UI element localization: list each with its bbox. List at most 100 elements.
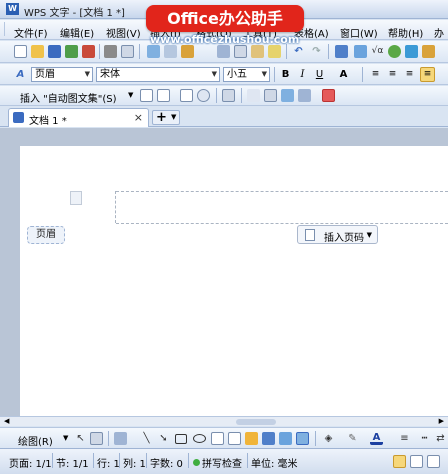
format-painter-icon[interactable] [181, 45, 194, 58]
plus-icon: + [156, 110, 167, 125]
insert-date-icon[interactable] [180, 89, 193, 102]
menu-window[interactable]: 窗口(W) [340, 25, 378, 40]
line-color-icon[interactable]: ✎ [346, 432, 359, 445]
print-preview-icon[interactable] [121, 45, 134, 58]
status-unit[interactable]: 单位: 毫米 [251, 455, 298, 470]
vertical-textbox-icon[interactable] [228, 432, 241, 445]
show-next-icon[interactable] [298, 89, 311, 102]
dash-style-icon[interactable]: ┅ [418, 432, 431, 445]
insert-table-icon[interactable] [335, 45, 348, 58]
styles-pane-icon[interactable]: A [14, 68, 27, 81]
select-pointer-icon[interactable]: ↖ [74, 432, 87, 445]
bold-button[interactable]: B [279, 68, 292, 81]
font-size-value: 小五 [227, 69, 247, 80]
line-icon[interactable]: ╲ [140, 432, 153, 445]
status-separator [119, 453, 120, 468]
toolbar-separator [362, 67, 363, 82]
close-tab-icon[interactable]: × [134, 111, 143, 124]
arrow-icon[interactable]: ➘ [157, 432, 170, 445]
export-icon[interactable] [65, 45, 78, 58]
menu-view[interactable]: 视图(V) [106, 25, 141, 40]
insert-page-number-label: 插入页码 [324, 233, 364, 244]
formula-icon[interactable]: √α [371, 45, 384, 58]
redo-icon[interactable]: ↷ [310, 45, 323, 58]
help-icon[interactable] [422, 45, 435, 58]
italic-button[interactable]: I [296, 68, 309, 81]
switch-header-footer-icon[interactable] [281, 89, 294, 102]
insert-chart-icon[interactable] [354, 45, 367, 58]
underline-button[interactable]: U [313, 68, 326, 81]
globe-icon[interactable] [388, 45, 401, 58]
style-select[interactable]: 页眉 ▼ [31, 67, 93, 82]
status-row: 行: 1 [97, 459, 120, 470]
scroll-left-icon[interactable]: ◀ [4, 417, 9, 425]
chevron-down-icon: ▼ [171, 113, 177, 121]
font-color-icon[interactable]: A [370, 431, 383, 445]
justify-icon[interactable]: ≡ [420, 67, 435, 82]
menu-help[interactable]: 帮助(H) [388, 25, 423, 40]
web-view-icon[interactable] [427, 455, 440, 468]
same-as-previous-icon[interactable] [264, 89, 277, 102]
chevron-down-icon: ▼ [211, 70, 217, 78]
rotate-icon[interactable] [90, 432, 103, 445]
insert-page-count-icon[interactable] [157, 89, 170, 102]
paste-icon[interactable] [251, 45, 264, 58]
watermark-logo: Office办公助手 [146, 5, 304, 32]
menu-edit[interactable]: 编辑(E) [60, 25, 94, 40]
arrow-style-icon[interactable]: ⇄ [434, 432, 447, 445]
wordart-icon[interactable] [245, 432, 258, 445]
clipart-icon[interactable] [279, 432, 292, 445]
page-view-icon[interactable] [393, 455, 406, 468]
draw-menu-button[interactable]: 绘图(R) [18, 433, 53, 448]
brush-icon[interactable] [268, 45, 281, 58]
open-folder-icon[interactable] [31, 45, 44, 58]
cut-icon[interactable] [217, 45, 230, 58]
scroll-right-icon[interactable]: ▶ [439, 417, 444, 425]
more-tools-icon[interactable] [405, 45, 418, 58]
rectangle-icon[interactable] [175, 434, 187, 444]
full-screen-view-icon[interactable] [410, 455, 423, 468]
menu-file[interactable]: 文件(F) [14, 25, 48, 40]
menu-more[interactable]: 办 [434, 25, 444, 40]
align-center-icon[interactable]: ≡ [386, 68, 399, 81]
autoshapes-icon[interactable] [114, 432, 127, 445]
new-tab-button[interactable]: + ▼ [152, 110, 180, 125]
print-icon[interactable] [104, 45, 117, 58]
insert-autotext-button[interactable]: 插入 "自动图文集"(S) [20, 90, 117, 105]
fill-color-icon[interactable]: ◈ [322, 432, 335, 445]
document-page[interactable]: 页眉 插入页码 ▼ [20, 146, 448, 416]
page-setup-icon[interactable] [222, 89, 235, 102]
chevron-down-icon: ▼ [261, 70, 267, 78]
align-left-icon[interactable]: ≡ [369, 68, 382, 81]
diagram-icon[interactable] [262, 432, 275, 445]
status-spellcheck[interactable]: 拼写检查 [202, 455, 242, 470]
insert-picture-icon[interactable] [296, 432, 309, 445]
find-icon[interactable] [164, 45, 177, 58]
status-col: 列: 1 [123, 459, 146, 470]
save-icon[interactable] [48, 45, 61, 58]
spellcheck-icon[interactable] [147, 45, 160, 58]
font-select[interactable]: 宋体 ▼ [96, 67, 220, 82]
textbox-icon[interactable] [211, 432, 224, 445]
toolbar-separator [286, 44, 287, 59]
drawing-toolbar: 绘图(R) ▼ ↖ ╲ ➘ ◈ ✎ A ≡ ┅ ⇄ [0, 427, 448, 448]
font-size-select[interactable]: 小五 ▼ [223, 67, 270, 82]
scroll-thumb[interactable] [236, 419, 276, 425]
show-document-text-icon[interactable] [247, 89, 260, 102]
toolbar-separator [274, 67, 275, 82]
status-section: 节: 1/1 [56, 459, 89, 470]
insert-page-number-button[interactable]: 插入页码 ▼ [297, 225, 378, 244]
insert-page-number-icon[interactable] [140, 89, 153, 102]
align-right-icon[interactable]: ≡ [403, 68, 416, 81]
new-document-icon[interactable] [14, 45, 27, 58]
copy-icon[interactable] [234, 45, 247, 58]
line-style-icon[interactable]: ≡ [398, 432, 411, 445]
font-effect-button[interactable]: A [337, 68, 350, 81]
close-header-footer-icon[interactable] [322, 89, 335, 102]
tab-document-1[interactable]: 文档 1 * × [8, 108, 149, 127]
undo-icon[interactable]: ↶ [292, 45, 305, 58]
ellipse-icon[interactable] [193, 434, 206, 443]
pdf-icon[interactable] [82, 45, 95, 58]
insert-time-icon[interactable] [197, 89, 210, 102]
horizontal-scrollbar[interactable]: ◀ ▶ [0, 416, 448, 426]
